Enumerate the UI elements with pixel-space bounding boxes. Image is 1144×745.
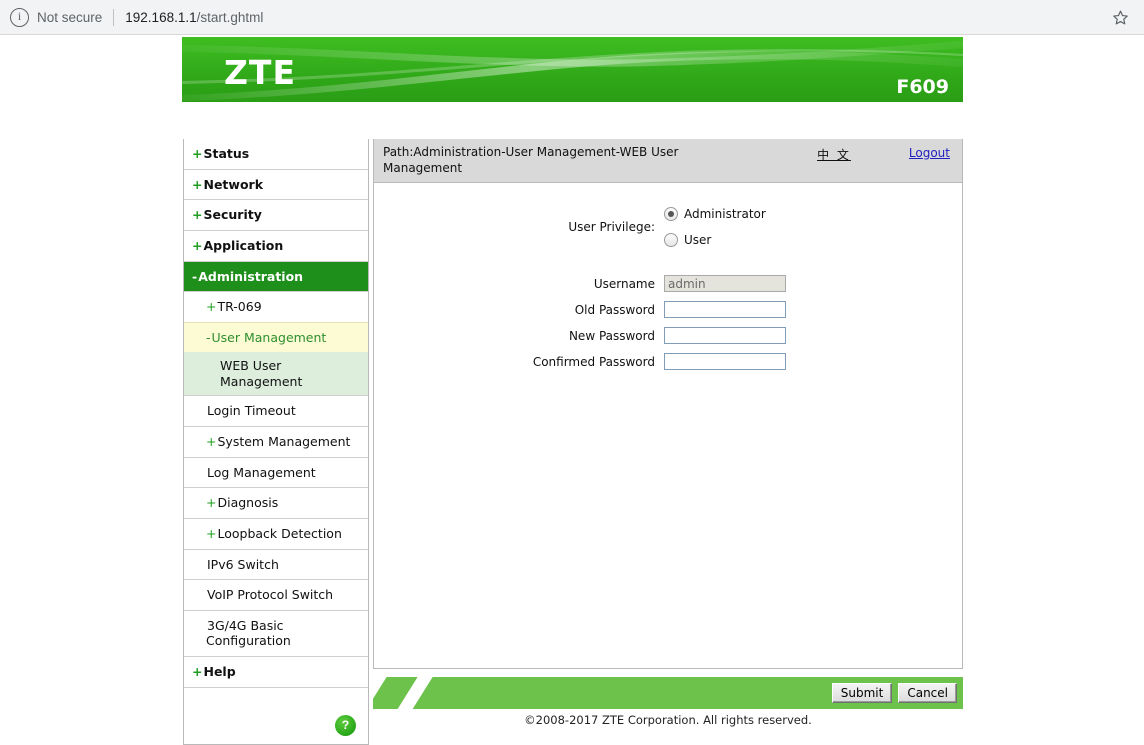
expand-plus-icon: + xyxy=(206,495,217,511)
sidebar-item-system-management[interactable]: +System Management xyxy=(184,426,368,457)
expand-plus-icon: + xyxy=(192,176,203,192)
old-password-row: Old Password xyxy=(374,301,962,319)
collapse-minus-icon: - xyxy=(206,329,211,345)
info-circle-icon[interactable]: i xyxy=(10,7,29,27)
username-row: Username xyxy=(374,275,962,293)
confirmed-password-label: Confirmed Password xyxy=(532,354,655,369)
user-privilege-row: User Privilege: Administrator User xyxy=(374,207,962,248)
sidebar-item-label: Security xyxy=(203,207,262,223)
sidebar-item-label: VoIP Protocol Switch xyxy=(207,587,334,603)
expand-plus-icon: + xyxy=(192,664,203,679)
expand-plus-icon: + xyxy=(192,207,203,223)
username-label: Username xyxy=(593,276,655,291)
sidebar-item-login-timeout[interactable]: Login Timeout xyxy=(184,395,368,426)
radio-option-user[interactable]: User xyxy=(664,233,766,248)
star-icon[interactable] xyxy=(1106,3,1134,31)
sidebar-item-label: 3G/4G Basic Configuration xyxy=(206,617,291,649)
sidebar-item-label: Help xyxy=(203,664,236,679)
username-input xyxy=(664,275,786,293)
cancel-button[interactable]: Cancel xyxy=(898,683,957,703)
url-text: 192.168.1.1/start.ghtml xyxy=(125,10,263,25)
router-admin-page: ZTE F609 +Status +Network +Security +App… xyxy=(0,35,1144,745)
content-panel: Path:Administration-User Management-WEB … xyxy=(373,139,963,669)
radio-administrator-input[interactable] xyxy=(664,207,678,222)
sidebar-footer-area: ? xyxy=(184,686,368,744)
submit-button[interactable]: Submit xyxy=(831,683,893,703)
user-management-form: User Privilege: Administrator User Usern… xyxy=(374,183,962,371)
sidebar-navigation: +Status +Network +Security +Application … xyxy=(183,139,369,745)
omnibox-divider xyxy=(113,8,115,26)
sidebar-item-label: Loopback Detection xyxy=(217,525,342,541)
sidebar-item-label: Login Timeout xyxy=(207,403,296,419)
url-path: /start.ghtml xyxy=(196,9,264,25)
sidebar-item-log-management[interactable]: Log Management xyxy=(184,456,368,488)
sidebar-item-label: IPv6 Switch xyxy=(207,556,279,572)
sidebar-item-status[interactable]: +Status xyxy=(184,139,368,169)
sidebar-item-label: Status xyxy=(203,146,250,161)
url-host: 192.168.1.1 xyxy=(125,9,197,25)
sidebar-item-security[interactable]: +Security xyxy=(184,199,368,230)
form-action-bar: Submit Cancel xyxy=(373,677,963,709)
sidebar-item-web-user-management[interactable]: WEB User Management xyxy=(184,352,368,396)
language-switch-link[interactable]: 中 文 xyxy=(817,146,851,163)
confirmed-password-input[interactable] xyxy=(664,353,786,371)
sidebar-item-3g4g-basic-configuration[interactable]: 3G/4G Basic Configuration xyxy=(184,609,368,656)
confirmed-password-row: Confirmed Password xyxy=(374,353,962,371)
radio-administrator-label: Administrator xyxy=(684,207,766,222)
zte-logo: ZTE xyxy=(224,53,296,92)
collapse-minus-icon: - xyxy=(192,268,198,284)
sidebar-item-tr069[interactable]: +TR-069 xyxy=(184,291,368,322)
copyright-text: ©2008-2017 ZTE Corporation. All rights r… xyxy=(524,713,812,727)
new-password-label: New Password xyxy=(568,328,655,343)
sidebar-item-ipv6-switch[interactable]: IPv6 Switch xyxy=(184,548,368,580)
new-password-input[interactable] xyxy=(664,327,786,345)
user-privilege-options: Administrator User xyxy=(664,207,766,248)
sidebar-item-label: TR-069 xyxy=(217,299,262,315)
sidebar-item-label: Administration xyxy=(198,268,304,284)
banner-wave-decoration xyxy=(182,41,963,101)
sidebar-item-diagnosis[interactable]: +Diagnosis xyxy=(184,487,368,518)
radio-user-input[interactable] xyxy=(664,233,678,248)
model-label: F609 xyxy=(896,76,949,98)
password-fields: Username Old Password New Password Confi… xyxy=(374,275,962,371)
expand-plus-icon: + xyxy=(206,299,217,315)
breadcrumb-bar: Path:Administration-User Management-WEB … xyxy=(374,139,962,184)
sidebar-item-label: Log Management xyxy=(207,464,316,480)
sidebar-item-administration[interactable]: -Administration xyxy=(184,260,368,292)
user-privilege-label: User Privilege: xyxy=(568,220,655,235)
sidebar-item-label: User Management xyxy=(211,329,327,345)
security-status-label: Not secure xyxy=(37,9,103,25)
radio-user-label: User xyxy=(684,233,712,248)
sidebar-item-label: System Management xyxy=(217,434,351,449)
sidebar-item-help[interactable]: +Help xyxy=(184,656,368,687)
old-password-input[interactable] xyxy=(664,301,786,319)
browser-toolbar: i Not secure 192.168.1.1/start.ghtml xyxy=(0,0,1144,35)
expand-plus-icon: + xyxy=(206,434,217,449)
sidebar-item-label: Application xyxy=(203,237,284,253)
sidebar-item-application[interactable]: +Application xyxy=(184,229,368,261)
expand-plus-icon: + xyxy=(192,237,203,253)
logout-link[interactable]: Logout xyxy=(909,146,950,160)
expand-plus-icon: + xyxy=(192,146,203,161)
expand-plus-icon: + xyxy=(206,525,217,541)
sidebar-item-label: Diagnosis xyxy=(217,495,279,511)
help-question-icon[interactable]: ? xyxy=(335,714,356,736)
sidebar-item-user-management[interactable]: -User Management xyxy=(184,321,368,353)
sidebar-item-label: Network xyxy=(203,176,264,192)
sidebar-item-voip-protocol-switch[interactable]: VoIP Protocol Switch xyxy=(184,579,368,610)
breadcrumb-actions: 中 文 Logout xyxy=(817,145,952,163)
new-password-row: New Password xyxy=(374,327,962,345)
brand-banner: ZTE F609 xyxy=(182,37,963,102)
sidebar-item-loopback-detection[interactable]: +Loopback Detection xyxy=(184,517,368,549)
old-password-label: Old Password xyxy=(574,302,655,317)
radio-option-administrator[interactable]: Administrator xyxy=(664,207,766,222)
footer-diagonal-decoration xyxy=(373,677,465,709)
address-bar[interactable]: i Not secure 192.168.1.1/start.ghtml xyxy=(10,4,1106,31)
breadcrumb: Path:Administration-User Management-WEB … xyxy=(383,145,679,175)
sidebar-item-network[interactable]: +Network xyxy=(184,168,368,200)
